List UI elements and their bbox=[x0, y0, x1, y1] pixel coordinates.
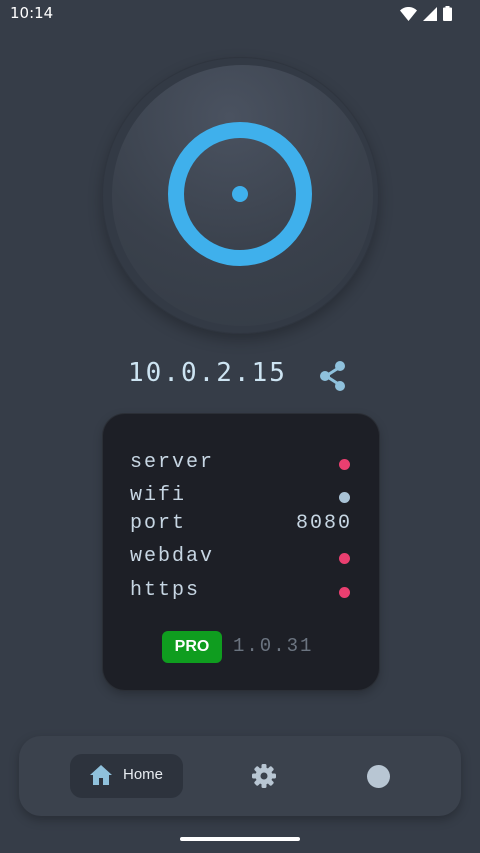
ip-address: 10.0.2.15 bbox=[128, 358, 287, 388]
info-label-server: server bbox=[130, 451, 215, 474]
info-label-webdav: webdav bbox=[130, 545, 215, 568]
status-bar: 10:14 bbox=[0, 0, 480, 28]
bottom-nav: Home bbox=[19, 736, 461, 816]
info-row-wifi: wifi bbox=[130, 484, 352, 512]
info-label-https: https bbox=[130, 579, 201, 602]
power-ring-icon bbox=[168, 122, 312, 266]
info-row-https: https bbox=[130, 579, 352, 607]
share-icon[interactable] bbox=[318, 360, 348, 392]
battery-icon bbox=[443, 6, 452, 21]
about-icon[interactable] bbox=[367, 765, 390, 788]
wifi-icon bbox=[400, 6, 417, 21]
info-row-port: port 8080 bbox=[130, 512, 352, 540]
server-info-card: server wifi port 8080 webdav https PRO 1… bbox=[103, 414, 379, 690]
ip-address-row: 10.0.2.15 bbox=[128, 358, 358, 394]
server-status-dot bbox=[339, 459, 350, 470]
https-status-dot bbox=[339, 587, 350, 598]
status-icons bbox=[400, 6, 452, 21]
status-time: 10:14 bbox=[10, 4, 54, 22]
port-value: 8080 bbox=[295, 512, 352, 535]
info-row-webdav: webdav bbox=[130, 545, 352, 573]
home-icon bbox=[90, 765, 112, 785]
webdav-status-dot bbox=[339, 553, 350, 564]
info-label-port: port bbox=[130, 512, 187, 535]
pro-badge[interactable]: PRO bbox=[162, 631, 222, 663]
power-knob[interactable] bbox=[102, 57, 379, 334]
version-text: 1.0.31 bbox=[233, 635, 314, 657]
gear-icon[interactable] bbox=[251, 763, 277, 789]
power-knob-face[interactable] bbox=[112, 65, 373, 326]
info-row-server: server bbox=[130, 451, 352, 479]
cell-signal-icon bbox=[423, 6, 437, 21]
nav-item-home[interactable]: Home bbox=[70, 754, 183, 798]
info-label-wifi: wifi bbox=[130, 484, 187, 507]
gesture-bar[interactable] bbox=[180, 837, 300, 841]
nav-home-label: Home bbox=[123, 766, 164, 783]
wifi-status-dot bbox=[339, 492, 350, 503]
